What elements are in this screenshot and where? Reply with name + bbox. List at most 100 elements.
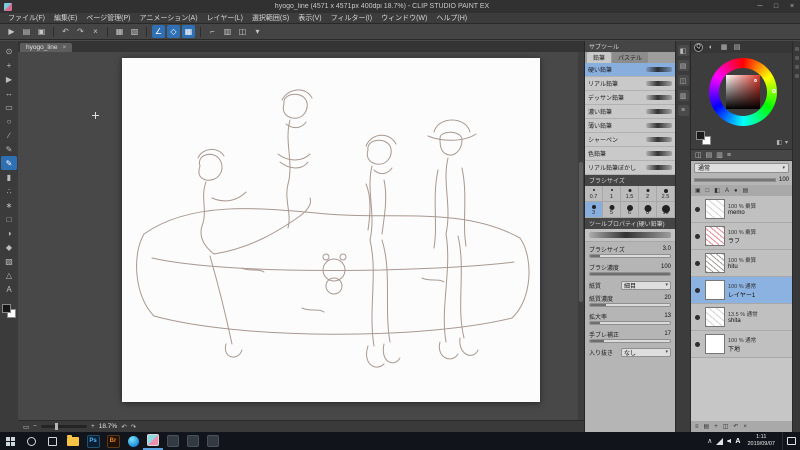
property-start-end[interactable]: 入り抜き なし: [589, 347, 671, 357]
clip-icon[interactable]: ▣: [695, 187, 701, 194]
subtool-item[interactable]: シャーペン: [585, 133, 675, 147]
main-color-swatches[interactable]: [2, 304, 16, 318]
color-menu-icon[interactable]: ▾: [785, 139, 788, 146]
brush-size-option[interactable]: 2: [639, 186, 657, 202]
tool-text[interactable]: A: [1, 282, 17, 296]
texture-density-slider[interactable]: [589, 303, 671, 307]
taskbar-file-explorer[interactable]: [63, 432, 83, 450]
subtool-item[interactable]: 濃い鉛筆: [585, 105, 675, 119]
paper-texture-select[interactable]: 細目: [621, 280, 671, 290]
tool-eraser[interactable]: □: [1, 212, 17, 226]
layer-row[interactable]: 100 % 乗算 hitu: [691, 250, 792, 277]
layer-property-tab-icon[interactable]: ▤: [706, 151, 713, 159]
delete-icon[interactable]: ×: [89, 25, 102, 38]
menu-view[interactable]: 表示(V): [298, 13, 321, 23]
tool-figure[interactable]: △: [1, 268, 17, 282]
task-view-icon[interactable]: [42, 432, 63, 450]
subtool-item[interactable]: リアル鉛筆ぼかし: [585, 161, 675, 175]
grid-icon[interactable]: ▥: [221, 25, 234, 38]
subtool-item[interactable]: リアル鉛筆: [585, 77, 675, 91]
layer-visibility-icon[interactable]: [695, 341, 700, 347]
brush-size-option[interactable]: 1: [603, 186, 621, 202]
tool-brush[interactable]: ▮: [1, 170, 17, 184]
reference-layer-icon[interactable]: ●: [734, 188, 738, 194]
property-paper-texture[interactable]: 紙質 細目: [589, 280, 671, 290]
subtool-tab-pastel[interactable]: パステル: [612, 52, 649, 63]
taskbar-clock[interactable]: 1:11 2019/09/07: [744, 434, 778, 448]
menu-help[interactable]: ヘルプ(H): [436, 13, 467, 23]
palette-menu-icon[interactable]: ≡: [727, 152, 731, 159]
menu-animation[interactable]: アニメーション(A): [140, 13, 198, 23]
workspace-icon[interactable]: ▾: [251, 25, 264, 38]
palette-dock-icon[interactable]: ▤: [677, 60, 689, 71]
brush-size-option[interactable]: 0.7: [585, 186, 603, 202]
layer-row[interactable]: 100 % 乗算 memo: [691, 196, 792, 223]
property-brush-size[interactable]: ブラシサイズ 3.0: [589, 245, 671, 258]
layer-visibility-icon[interactable]: [695, 206, 700, 212]
taskbar-app[interactable]: [183, 432, 203, 450]
layer-thumbnail[interactable]: [705, 199, 725, 219]
fit-screen-icon[interactable]: ▭: [23, 423, 29, 431]
save-icon[interactable]: ▣: [35, 25, 48, 38]
snap-grid-icon[interactable]: ▦: [182, 25, 195, 38]
redo-icon[interactable]: ↷: [74, 25, 87, 38]
brush-size-option[interactable]: 10: [657, 202, 675, 218]
layer-thumbnail[interactable]: [705, 226, 725, 246]
minimize-button[interactable]: ─: [752, 0, 768, 13]
layer-tab-icon[interactable]: ◫: [695, 151, 702, 159]
canvas-tab-close-icon[interactable]: ×: [62, 44, 66, 51]
brush-size-option[interactable]: 6: [621, 202, 639, 218]
opacity-slider[interactable]: [694, 177, 776, 182]
merge-down-icon[interactable]: ↶: [733, 423, 738, 430]
menu-file[interactable]: ファイル(F): [8, 13, 45, 23]
layer-row[interactable]: 100 % 乗算 ラフ: [691, 223, 792, 250]
material-dock-icon[interactable]: [794, 47, 799, 51]
palette-dock-icon[interactable]: ◧: [677, 45, 689, 56]
volume-icon[interactable]: [727, 438, 732, 444]
layer-visibility-icon[interactable]: [695, 314, 700, 320]
canvas-viewport[interactable]: [18, 52, 584, 420]
taskbar-clip-studio[interactable]: [143, 432, 163, 450]
layer-visibility-icon[interactable]: [695, 287, 700, 293]
crop-icon[interactable]: ▧: [128, 25, 141, 38]
tray-expand-icon[interactable]: ∧: [707, 437, 712, 445]
start-button[interactable]: [0, 432, 21, 450]
snap-special-ruler-icon[interactable]: ◇: [167, 25, 180, 38]
hue-indicator[interactable]: [772, 89, 776, 93]
layer-visibility-icon[interactable]: [695, 233, 700, 239]
new-folder-icon[interactable]: ◫: [723, 423, 729, 430]
layer-row[interactable]: 100 % 通常 下地: [691, 331, 792, 358]
add-layer-icon[interactable]: +: [714, 424, 718, 430]
sv-indicator[interactable]: [754, 79, 757, 82]
subtool-item[interactable]: 薄い鉛筆: [585, 119, 675, 133]
color-history-tab-icon[interactable]: ▤: [732, 42, 742, 52]
new-layer-icon[interactable]: ▤: [704, 423, 710, 430]
draft-layer-icon[interactable]: A: [725, 188, 729, 194]
brush-size-option[interactable]: 3: [585, 202, 603, 218]
main-color-swatch[interactable]: [696, 131, 705, 140]
undo-icon[interactable]: ↶: [59, 25, 72, 38]
tool-gradient[interactable]: ▨: [1, 254, 17, 268]
subtool-item[interactable]: 硬い鉛筆: [585, 63, 675, 77]
ruler-icon[interactable]: ⌐: [206, 25, 219, 38]
quick-access-icon[interactable]: Q: [694, 42, 703, 52]
subtool-item[interactable]: デッサン鉛筆: [585, 91, 675, 105]
tool-decoration[interactable]: ∗: [1, 198, 17, 212]
color-set-tab-icon[interactable]: ▦: [719, 42, 729, 52]
subtool-tab-pencil[interactable]: 鉛筆: [587, 52, 612, 63]
brush-size-slider[interactable]: [589, 254, 671, 258]
layer-visibility-icon[interactable]: [695, 260, 700, 266]
tool-operation[interactable]: ▶: [1, 72, 17, 86]
layer-thumbnail[interactable]: [705, 307, 725, 327]
zoom-slider-handle[interactable]: [54, 423, 58, 430]
menu-window[interactable]: ウィンドウ(W): [381, 13, 427, 23]
property-zoom-ratio[interactable]: 拡大率 13: [589, 312, 671, 325]
stabilization-slider[interactable]: [589, 339, 671, 343]
tool-pen[interactable]: ✎: [1, 142, 17, 156]
tool-property-panel-header[interactable]: ツールプロパティ(硬い鉛筆): [585, 218, 675, 229]
maximize-button[interactable]: □: [768, 0, 784, 13]
property-stabilization[interactable]: 手ブレ補正 17: [589, 330, 671, 343]
property-texture-density[interactable]: 紙質濃度 20: [589, 294, 671, 307]
brush-size-option[interactable]: 5: [603, 202, 621, 218]
tool-move[interactable]: +: [1, 58, 17, 72]
